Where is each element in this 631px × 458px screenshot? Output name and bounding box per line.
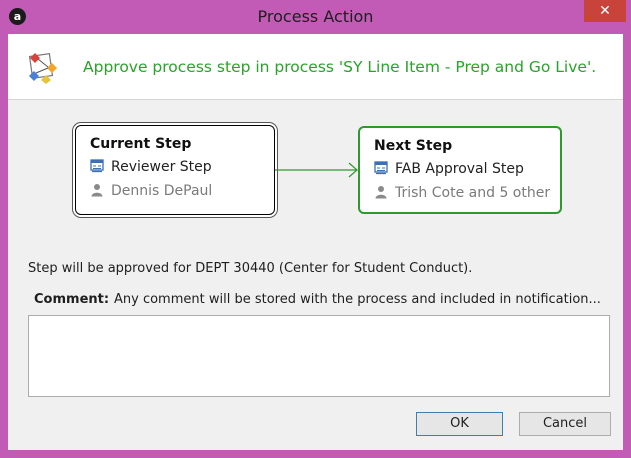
next-step-assignee: Trish Cote and 5 other (395, 185, 551, 201)
next-step-name-row: FAB Approval Step (374, 161, 524, 177)
step-icon (374, 161, 388, 175)
user-icon (91, 184, 103, 197)
user-icon (375, 186, 387, 199)
close-icon: ✕ (599, 3, 611, 19)
next-step-assignee-row: Trish Cote and 5 other (374, 185, 550, 201)
header-message: Approve process step in process 'SY Line… (83, 58, 597, 76)
dialog-body: Approve process step in process 'SY Line… (8, 34, 623, 450)
next-step-name: FAB Approval Step (395, 161, 524, 177)
current-step-assignee: Dennis DePaul (111, 183, 213, 199)
current-step-name-row: Reviewer Step (90, 159, 212, 175)
ok-button[interactable]: OK (416, 412, 503, 436)
current-step-name: Reviewer Step (111, 159, 212, 175)
current-step-assignee-row: Dennis DePaul (90, 183, 212, 199)
comment-hint: Any comment will be stored with the proc… (114, 292, 601, 307)
window-title: Process Action (257, 7, 374, 26)
close-button[interactable]: ✕ (584, 0, 626, 22)
step-icon (90, 159, 104, 173)
comment-label: Comment: (34, 292, 110, 307)
current-step-card: Current Step Reviewer Step Dennis DePaul (75, 125, 275, 215)
next-step-card: Next Step FAB Approval Step Trish Cote a… (358, 126, 562, 214)
dialog-window: a Process Action ✕ Approve process step … (0, 0, 631, 458)
comment-input[interactable] (28, 315, 610, 397)
current-step-heading: Current Step (90, 136, 192, 152)
cancel-button[interactable]: Cancel (519, 412, 611, 436)
title-bar[interactable]: a Process Action ✕ (0, 0, 631, 34)
approval-note: Step will be approved for DEPT 30440 (Ce… (28, 261, 473, 276)
header-panel: Approve process step in process 'SY Line… (8, 34, 623, 100)
step-transition-arrow-icon (275, 162, 358, 178)
process-action-icon (28, 53, 57, 84)
next-step-heading: Next Step (374, 138, 453, 154)
